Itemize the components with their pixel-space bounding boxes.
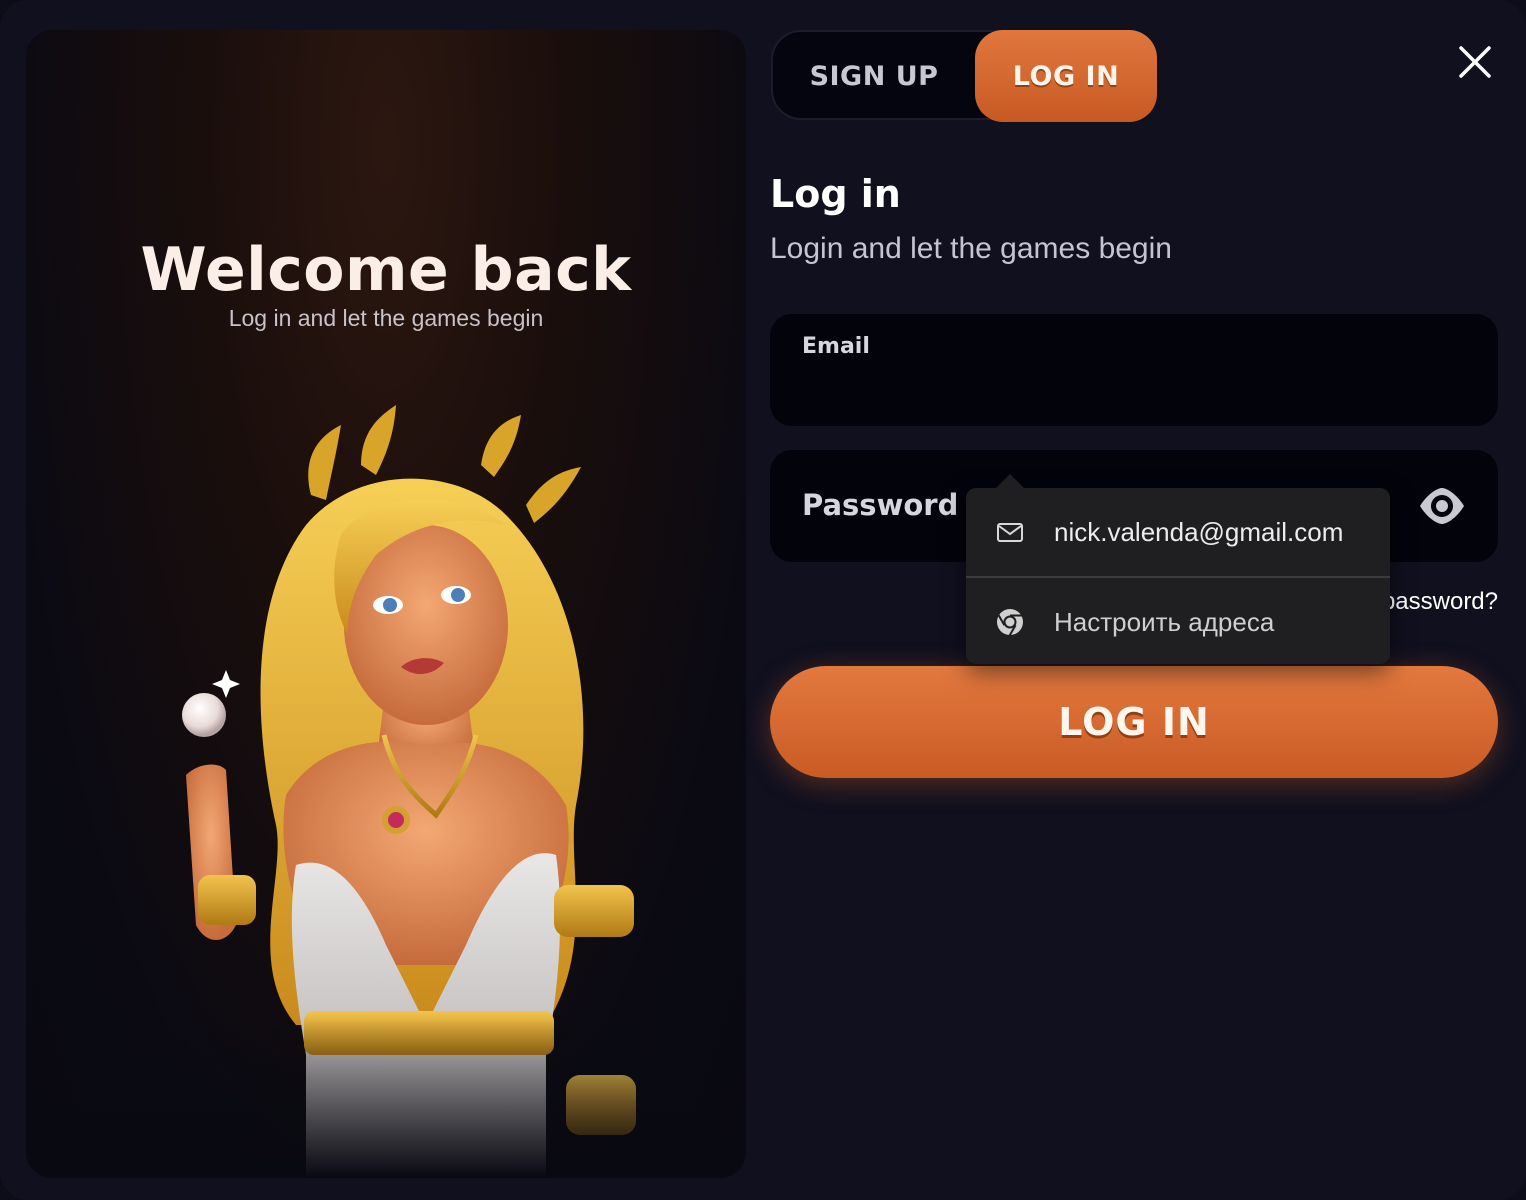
auth-tabs: SIGN UP LOG IN: [771, 30, 1157, 122]
form-subtitle: Login and let the games begin: [770, 232, 1172, 265]
autofill-popup: nick.valenda@gmail.com Настроить адреса: [966, 474, 1390, 666]
login-submit-button[interactable]: LOG IN: [770, 666, 1498, 778]
autofill-suggestion[interactable]: nick.valenda@gmail.com: [966, 488, 1390, 576]
eye-icon[interactable]: [1418, 485, 1466, 527]
autofill-suggestion-text: nick.valenda@gmail.com: [1054, 516, 1344, 547]
tab-log-in[interactable]: LOG IN: [975, 30, 1157, 122]
autofill-manage-text: Настроить адреса: [1054, 606, 1275, 637]
welcome-subtitle: Log in and let the games begin: [228, 305, 544, 331]
password-label: Password: [802, 488, 959, 522]
mail-icon: [997, 523, 1023, 542]
email-input[interactable]: [802, 370, 1466, 412]
close-icon[interactable]: [1455, 42, 1495, 82]
login-modal: Welcome back Log in and let the games be…: [0, 0, 1526, 1200]
autofill-caret: [996, 474, 1024, 488]
welcome-title: Welcome back: [140, 235, 632, 305]
hero-fade-overlay: [26, 1018, 746, 1178]
form-title: Log in: [770, 172, 901, 216]
hero-panel: Welcome back Log in and let the games be…: [26, 30, 746, 1178]
tab-sign-up[interactable]: SIGN UP: [773, 30, 975, 122]
forgot-password-link[interactable]: password?: [1382, 588, 1498, 616]
email-field[interactable]: Email: [770, 314, 1498, 426]
email-label: Email: [802, 334, 870, 359]
chrome-icon: [997, 609, 1023, 637]
autofill-manage-addresses[interactable]: Настроить адреса: [966, 578, 1390, 666]
